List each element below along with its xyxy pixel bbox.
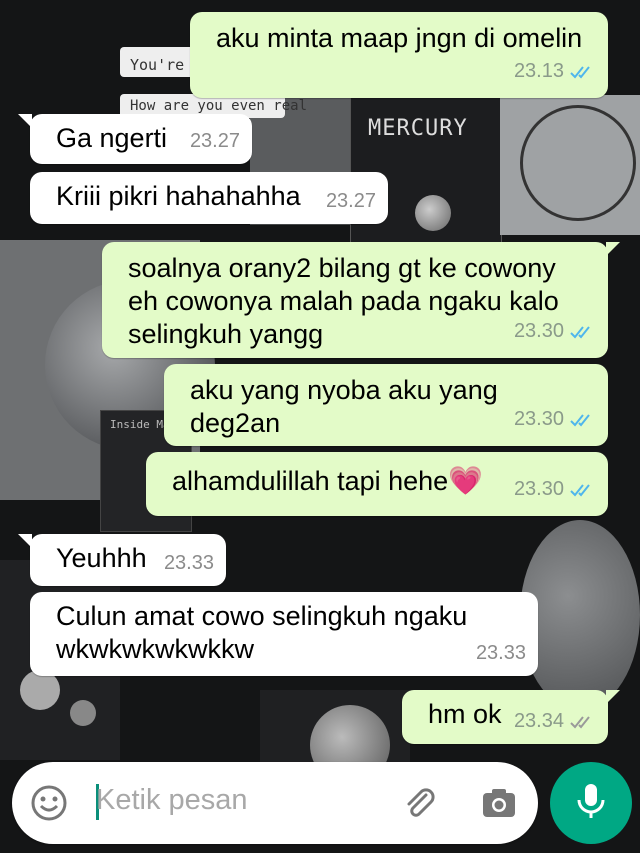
camera-icon[interactable] [476,780,522,826]
message-time: 23.13 [513,60,564,82]
message-time: 23.27 [189,130,240,152]
message-text-content: alhamdulillah tapi hehe [172,466,449,496]
message-text: Kriii pikri hahahahha [56,181,301,211]
message-bubble-incoming[interactable]: Yeuhhh 23.33 [18,534,226,586]
message-bubble-outgoing[interactable]: aku yang nyoba aku yang deg2an 23.30 [164,364,608,446]
message-bubble-outgoing[interactable]: alhamdulillah tapi hehe💗 23.30 [146,452,608,516]
read-tick-icon [570,64,596,80]
mic-icon [574,781,608,826]
message-meta: 23.33 [476,637,526,670]
message-meta: 23.27 [190,125,240,158]
message-text: aku minta maap jngn di omelin [216,23,583,53]
message-bubble-outgoing[interactable]: aku minta maap jngn di omelin 23.13 [190,12,608,98]
read-tick-icon [570,324,596,340]
message-meta: 23.30 [514,473,596,506]
message-time: 23.30 [513,478,564,500]
delivered-tick-icon [570,714,596,730]
message-time: 23.27 [325,190,376,212]
emoji-icon[interactable] [26,780,72,826]
message-bubble-outgoing[interactable]: soalnya orany2 bilang gt ke cowony eh co… [102,242,620,358]
message-meta: 23.33 [164,547,214,580]
message-meta: 23.30 [514,315,596,348]
message-composer: Ketik pesan [12,762,538,844]
message-input[interactable]: Ketik pesan [96,784,248,817]
message-meta: 23.13 [514,55,596,88]
message-time: 23.30 [513,320,564,342]
message-meta: 23.27 [326,185,376,218]
message-bubble-incoming[interactable]: Kriii pikri hahahahha 23.27 [30,172,388,224]
message-meta: 23.34 [514,705,596,738]
heart-emoji: 💗 [448,465,484,496]
mic-button[interactable] [550,762,632,844]
message-time: 23.33 [475,642,526,664]
read-tick-icon [570,482,596,498]
message-bubble-incoming[interactable]: Ga ngerti 23.27 [18,114,252,164]
message-text: Culun amat cowo selingkuh ngaku wkwkwkwk… [56,601,468,664]
message-time: 23.34 [513,710,564,732]
message-list: aku minta maap jngn di omelin 23.13 Ga n… [0,0,640,853]
message-bubble-incoming[interactable]: Culun amat cowo selingkuh ngaku wkwkwkwk… [30,592,538,676]
message-meta: 23.30 [514,403,596,436]
paperclip-icon[interactable] [396,780,442,826]
message-time: 23.33 [163,552,214,574]
message-time: 23.30 [513,408,564,430]
message-bubble-outgoing[interactable]: hm ok 23.34 [402,690,620,744]
read-tick-icon [570,412,596,428]
